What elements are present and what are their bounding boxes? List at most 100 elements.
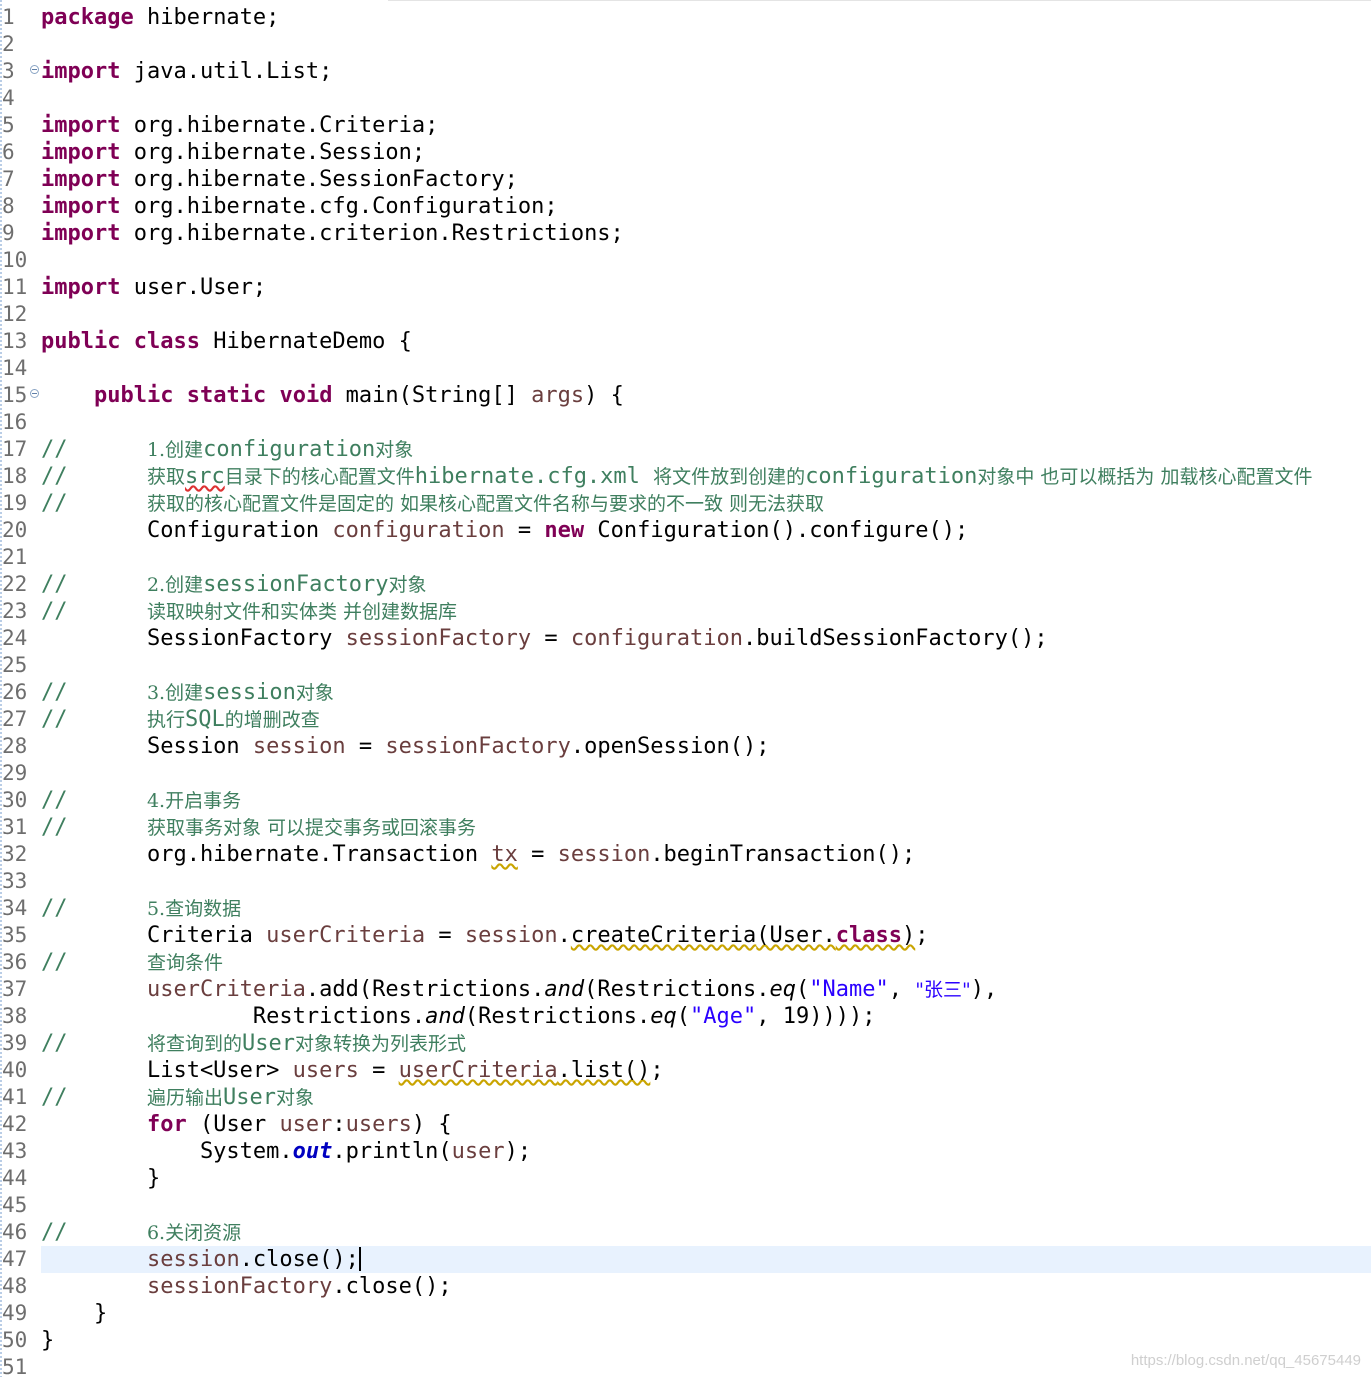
code-line[interactable]: 8 import org.hibernate.cfg.Configuration; xyxy=(0,193,1371,220)
code-line[interactable]: 34 // 5.查询数据 xyxy=(0,895,1371,922)
code-token: import xyxy=(41,113,121,138)
code-token: // xyxy=(41,680,147,705)
code-line[interactable]: 23 // 读取映射文件和实体类 并创建数据库 xyxy=(0,598,1371,625)
code-token: = xyxy=(345,734,386,759)
code-token: 3.创建 xyxy=(146,682,204,704)
code-line[interactable]: 31 // 获取事务对象 可以提交事务或回滚事务 xyxy=(0,814,1371,841)
code-token: out xyxy=(292,1139,333,1164)
code-line[interactable]: 37 userCriteria.add(Restrictions.and(Res… xyxy=(0,976,1371,1003)
code-text: Session session = sessionFactory.openSes… xyxy=(41,733,1371,760)
code-line[interactable]: 17 // 1.创建configuration对象 xyxy=(0,436,1371,463)
line-number: 4 xyxy=(2,86,15,110)
code-line[interactable]: 6 import org.hibernate.Session; xyxy=(0,139,1371,166)
code-line[interactable]: 32 org.hibernate.Transaction tx = sessio… xyxy=(0,841,1371,868)
code-token: ), xyxy=(970,977,998,1002)
code-editor[interactable]: 1 package hibernate; 2 3 import java.util.Li… xyxy=(0,0,1371,1379)
code-line[interactable]: 25 xyxy=(0,652,1371,679)
code-token: SQL xyxy=(184,707,225,732)
code-line[interactable]: 20 Configuration configuration = new Con… xyxy=(0,517,1371,544)
code-text: Configuration configuration = new Config… xyxy=(41,517,1371,544)
code-line[interactable]: 1 package hibernate; xyxy=(0,4,1371,31)
code-line[interactable]: 46 // 6.关闭资源 xyxy=(0,1219,1371,1246)
line-number: 34 xyxy=(2,896,28,920)
code-text: import org.hibernate.SessionFactory; xyxy=(41,166,1371,193)
code-text: // 1.创建configuration对象 xyxy=(41,436,1371,463)
code-line[interactable]: 36 // 查询条件 xyxy=(0,949,1371,976)
code-text: Criteria userCriteria = session.createCr… xyxy=(41,922,1371,949)
code-token: ; xyxy=(915,923,929,948)
code-token: // xyxy=(41,707,147,732)
line-number: 48 xyxy=(2,1274,28,1298)
code-token: = xyxy=(517,842,558,867)
code-token: Session xyxy=(41,734,253,759)
code-line[interactable]: 47 session.close(); xyxy=(0,1246,1371,1273)
code-token: } xyxy=(41,1166,161,1191)
code-line[interactable]: 10 xyxy=(0,247,1371,274)
code-line[interactable]: 9 import org.hibernate.criterion.Restrict… xyxy=(0,220,1371,247)
fold-toggle-icon[interactable] xyxy=(30,65,39,74)
code-line[interactable]: 12 xyxy=(0,301,1371,328)
code-line[interactable]: 24 SessionFactory sessionFactory = confi… xyxy=(0,625,1371,652)
code-line[interactable]: 14 xyxy=(0,355,1371,382)
code-line[interactable]: 40 List<User> users = userCriteria.list(… xyxy=(0,1057,1371,1084)
code-line[interactable]: 26 // 3.创建session对象 xyxy=(0,679,1371,706)
code-line[interactable]: 35 Criteria userCriteria = session.creat… xyxy=(0,922,1371,949)
code-token: and xyxy=(544,977,585,1002)
line-number: 27 xyxy=(2,707,28,731)
code-line[interactable]: 44 } xyxy=(0,1165,1371,1192)
code-line[interactable]: 45 xyxy=(0,1192,1371,1219)
line-number: 47 xyxy=(2,1247,28,1271)
code-token: List<User> xyxy=(41,1058,293,1083)
code-line[interactable]: 15 public static void main(String[] args… xyxy=(0,382,1371,409)
code-line[interactable]: 30 // 4.开启事务 xyxy=(0,787,1371,814)
code-token: org.hibernate.Session; xyxy=(120,140,426,165)
code-line[interactable]: 27 // 执行SQL的增删改查 xyxy=(0,706,1371,733)
code-line[interactable]: 43 System.out.println(user); xyxy=(0,1138,1371,1165)
code-token: 4.开启事务 xyxy=(146,790,242,812)
code-line[interactable]: 2 xyxy=(0,31,1371,58)
code-line[interactable]: 39 // 将查询到的User对象转换为列表形式 xyxy=(0,1030,1371,1057)
code-line[interactable]: 18 // 获取src目录下的核心配置文件hibernate.cfg.xml 将文… xyxy=(0,463,1371,490)
code-line[interactable]: 11 import user.User; xyxy=(0,274,1371,301)
code-token: import xyxy=(41,167,121,192)
code-line[interactable]: 5 import org.hibernate.Criteria; xyxy=(0,112,1371,139)
code-line[interactable]: 42 for (User user:users) { xyxy=(0,1111,1371,1138)
code-token: // xyxy=(41,896,147,921)
line-number: 18 xyxy=(2,464,28,488)
code-line[interactable]: 19 // 获取的核心配置文件是固定的 如果核心配置文件名称与要求的不一致 则无法… xyxy=(0,490,1371,517)
code-line[interactable]: 7 import org.hibernate.SessionFactory; xyxy=(0,166,1371,193)
code-text: package hibernate; xyxy=(41,4,1371,31)
code-line[interactable]: 16 xyxy=(0,409,1371,436)
watermark: https://blog.csdn.net/qq_45675449 xyxy=(1130,1352,1361,1369)
code-line[interactable]: 4 xyxy=(0,85,1371,112)
code-text: // 读取映射文件和实体类 并创建数据库 xyxy=(41,598,1371,625)
code-text: // 6.关闭资源 xyxy=(41,1219,1371,1246)
code-token: user xyxy=(279,1112,333,1137)
code-line[interactable]: 49 } xyxy=(0,1300,1371,1327)
code-token: // xyxy=(41,950,147,975)
code-line[interactable]: 22 // 2.创建sessionFactory对象 xyxy=(0,571,1371,598)
code-line[interactable]: 41 // 遍历输出User对象 xyxy=(0,1084,1371,1111)
code-line[interactable]: 29 xyxy=(0,760,1371,787)
code-line[interactable]: 33 xyxy=(0,868,1371,895)
code-line[interactable]: 28 Session session = sessionFactory.open… xyxy=(0,733,1371,760)
code-line[interactable]: 13 public class HibernateDemo { xyxy=(0,328,1371,355)
code-token: class xyxy=(835,923,902,948)
code-line[interactable]: 38 Restrictions.and(Restrictions.eq("Age… xyxy=(0,1003,1371,1030)
code-token: 获取的核心配置文件是固定的 如果核心配置文件名称与要求的不一致 则无法获取 xyxy=(146,493,825,515)
fold-toggle-icon[interactable] xyxy=(30,389,39,398)
code-token: .list() xyxy=(557,1058,651,1083)
code-line[interactable]: 50} xyxy=(0,1327,1371,1354)
code-line[interactable]: 21 xyxy=(0,544,1371,571)
code-token: userCriteria xyxy=(398,1058,558,1083)
code-line[interactable]: 3 import java.util.List; xyxy=(0,58,1371,85)
code-text: // 遍历输出User对象 xyxy=(41,1084,1371,1111)
code-token: = xyxy=(358,1058,399,1083)
code-line[interactable]: 48 sessionFactory.close(); xyxy=(0,1273,1371,1300)
